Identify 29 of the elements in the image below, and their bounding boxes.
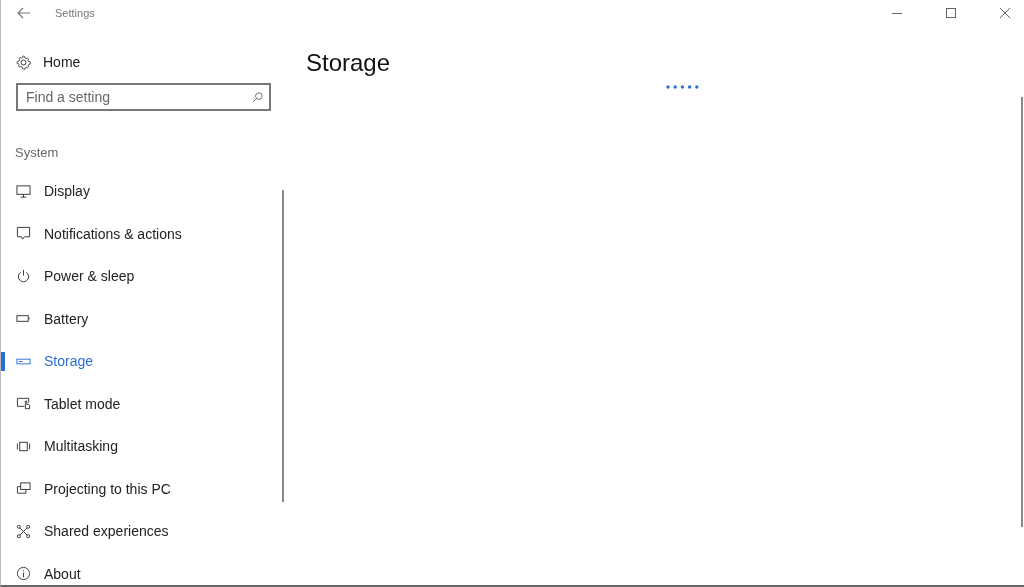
scrollbar[interactable] [1021,97,1023,527]
nav-item[interactable]: About [1,552,286,585]
nav-item[interactable]: Battery [1,297,286,340]
search-icon [252,92,263,103]
info-icon [16,566,31,582]
nodes-icon [16,523,31,539]
power-icon [16,268,31,284]
window-title: Settings [55,6,95,19]
nav-item[interactable]: Power & sleep [1,255,286,298]
back-arrow-icon[interactable] [17,6,31,19]
maximize-icon[interactable] [946,7,956,18]
screens-icon [16,481,31,497]
speech-bubble-icon [16,226,31,242]
nav-item[interactable]: Storage [1,340,286,383]
scrollbar[interactable] [282,190,284,502]
page-title: Storage [306,49,392,77]
nav-item[interactable]: Notifications & actions [1,212,286,255]
nav-item[interactable]: Projecting to this PC [1,467,286,510]
nav-item[interactable]: Tablet mode [1,382,286,425]
monitor-icon [16,183,31,199]
tablet-icon [16,396,31,412]
gear-icon [16,54,31,70]
nav-item[interactable]: Multitasking [1,425,286,468]
nav-item[interactable]: Display [1,170,286,213]
search-field[interactable]: Find a setting [16,83,271,111]
close-icon[interactable] [1000,7,1010,18]
home-link[interactable]: Home [16,53,286,71]
section-heading: System [15,145,60,160]
nav-item[interactable]: Shared experiences [1,510,286,553]
